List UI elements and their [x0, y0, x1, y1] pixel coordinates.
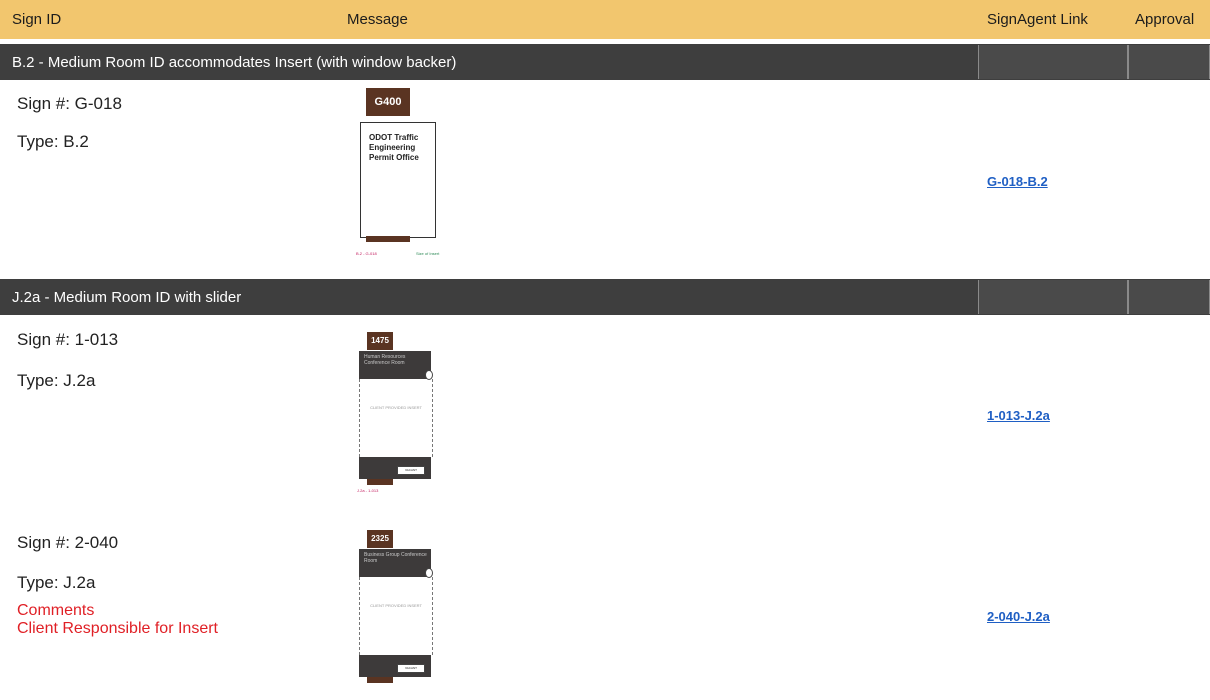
- room-number-tab: G400: [366, 88, 410, 116]
- column-header-signagent-link: SignAgent Link: [987, 11, 1088, 28]
- section-title: J.2a - Medium Room ID with slider: [12, 289, 242, 306]
- insert-note: CLIENT PROVIDED INSERT: [370, 603, 422, 608]
- column-header-message: Message: [347, 11, 408, 28]
- room-number-tab: 2325: [367, 530, 393, 548]
- sign-panel: ODOT Traffic Engineering Permit Office: [360, 122, 436, 238]
- sign-footnote: J.2a - 1-013: [357, 488, 379, 493]
- table-header: Sign ID Message SignAgent Link Approval: [0, 0, 1210, 39]
- section-header-j2a: J.2a - Medium Room ID with slider: [0, 279, 1210, 315]
- section-approval-cell: [1128, 280, 1210, 314]
- signagent-link[interactable]: 1-013-J.2a: [987, 408, 1050, 423]
- sign-message: Human Resources Conference Room: [359, 351, 431, 379]
- section-link-cell: [978, 280, 1128, 314]
- sign-thumbnail: 2325 Business Group Conference Room CLIE…: [357, 530, 437, 700]
- sign-footnote-size: Size of Insert: [416, 251, 440, 256]
- room-number-tab: 1475: [367, 332, 393, 350]
- sign-type: Type: J.2a: [17, 371, 96, 390]
- sign-number: Sign #: 2-040: [17, 533, 119, 552]
- sign-base: [366, 236, 410, 242]
- slider-label: VACANT: [397, 466, 425, 475]
- sign-base: [367, 479, 393, 485]
- sign-number: Sign #: 1-013: [17, 330, 119, 349]
- section-approval-cell: [1128, 45, 1210, 79]
- insert-note: CLIENT PROVIDED INSERT: [370, 405, 422, 410]
- section-header-b2: B.2 - Medium Room ID accommodates Insert…: [0, 44, 1210, 80]
- insert-window: CLIENT PROVIDED INSERT: [359, 577, 433, 655]
- slider-knob: [425, 370, 433, 380]
- sign-message: ODOT Traffic Engineering Permit Office: [369, 133, 419, 162]
- section-title: B.2 - Medium Room ID accommodates Insert…: [12, 54, 457, 71]
- slider-label: VACANT: [397, 664, 425, 673]
- signagent-link[interactable]: G-018-B.2: [987, 174, 1048, 189]
- sign-footnote: B.2 - G-018: [356, 251, 377, 256]
- column-header-sign-id: Sign ID: [12, 11, 62, 28]
- signagent-link[interactable]: 2-040-J.2a: [987, 609, 1050, 624]
- comments-title: Comments: [17, 602, 95, 619]
- sign-type: Type: B.2: [17, 132, 89, 151]
- sign-thumbnail: G400 ODOT Traffic Engineering Permit Off…: [356, 88, 446, 260]
- section-link-cell: [978, 45, 1128, 79]
- sign-thumbnail: 1475 Human Resources Conference Room CLI…: [357, 332, 437, 502]
- sign-message: Business Group Conference Room: [359, 549, 431, 577]
- insert-window: CLIENT PROVIDED INSERT: [359, 379, 433, 457]
- sign-base: [367, 677, 393, 683]
- sign-type: Type: J.2a: [17, 573, 96, 592]
- sign-number: Sign #: G-018: [17, 94, 122, 113]
- comments-text: Client Responsible for Insert: [17, 620, 218, 637]
- slider-knob: [425, 568, 433, 578]
- column-header-approval: Approval: [1135, 11, 1195, 28]
